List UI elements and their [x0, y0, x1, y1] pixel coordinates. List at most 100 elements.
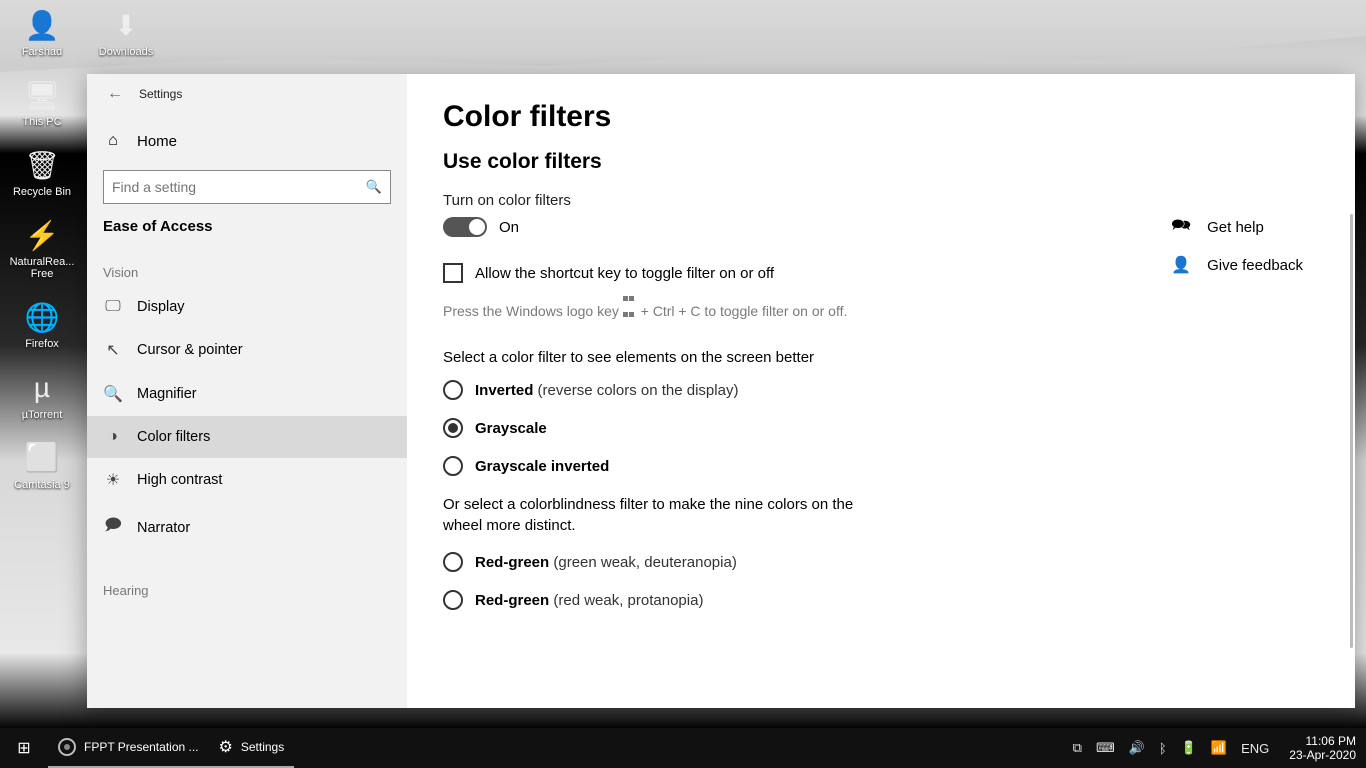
contrast-icon: ☀ [103, 470, 123, 490]
windows-key-icon [623, 289, 637, 303]
start-button[interactable]: ⊞ [0, 728, 48, 768]
magnifier-icon: 🔍 [103, 384, 123, 404]
desktop-icon-label: Farshad [22, 46, 62, 58]
titlebar: ← Settings [87, 74, 407, 114]
desktop-icon-thispc[interactable]: 🖥 This PC [6, 76, 78, 128]
desktop-icon-label: Camtasia 9 [14, 479, 70, 491]
desktop-icon-label: This PC [22, 116, 61, 128]
shortcut-checkbox[interactable] [443, 263, 463, 283]
desktop-icon-user[interactable]: 👤 Farshad [6, 6, 78, 58]
give-feedback-link[interactable]: 👤 Give feedback [1171, 255, 1303, 275]
cursor-icon: ↖ [103, 340, 123, 360]
select-filter-text: Select a color filter to see elements on… [443, 349, 1319, 366]
monitor-icon: 🖥 [23, 76, 61, 114]
download-icon: ⬇ [107, 6, 145, 44]
help-column: 🗪 Get help 👤 Give feedback [1171, 214, 1303, 275]
tray-wifi-icon[interactable]: 📶 [1211, 740, 1227, 756]
firefox-icon: 🌐 [23, 298, 61, 336]
settings-window: ― ▢ ✕ ← Settings ⌂ Home 🔍 Ease of Access… [87, 74, 1355, 708]
desktop-icon-label: Recycle Bin [13, 186, 71, 198]
nav-label: Magnifier [137, 386, 197, 402]
taskbar: ⊞ FPPT Presentation ... ⚙ Settings ⧉ ⌨ 🔊… [0, 728, 1366, 768]
help-icon: 🗪 [1171, 214, 1191, 241]
tray-bluetooth-icon[interactable]: ᛒ [1159, 741, 1167, 756]
search-input[interactable] [112, 179, 366, 195]
nav-color-filters[interactable]: ◑ Color filters [87, 416, 407, 458]
desktop-icon-naturalreader[interactable]: ⚡ NaturalRea... Free [6, 216, 78, 280]
tray-volume-icon[interactable]: 🔊 [1129, 740, 1145, 756]
group-vision: Vision [87, 235, 407, 286]
trash-icon: 🗑 [23, 146, 61, 184]
radio-grayscale-inverted[interactable]: Grayscale inverted [443, 456, 1319, 476]
shortcut-label: Allow the shortcut key to toggle filter … [475, 265, 774, 282]
system-tray: ⧉ ⌨ 🔊 ᛒ 🔋 📶 ENG 11:06 PM 23-Apr-2020 [1073, 734, 1366, 763]
desktop-icon-firefox[interactable]: 🌐 Firefox [6, 298, 78, 350]
taskbar-app-chrome[interactable]: FPPT Presentation ... [48, 728, 209, 768]
nav-display[interactable]: 🖵 Display [87, 286, 407, 328]
home-icon: ⌂ [103, 132, 123, 150]
taskbar-app-settings[interactable]: ⚙ Settings [209, 728, 295, 768]
nav-home-label: Home [137, 133, 177, 150]
tray-language[interactable]: ENG [1241, 741, 1269, 756]
scrollbar[interactable] [1350, 214, 1353, 648]
display-icon: 🖵 [103, 298, 123, 316]
desktop-icon-camtasia[interactable]: ⬜ Camtasia 9 [6, 439, 78, 491]
color-filters-toggle[interactable] [443, 217, 487, 237]
taskbar-clock[interactable]: 11:06 PM 23-Apr-2020 [1283, 734, 1356, 763]
nav-home[interactable]: ⌂ Home [87, 122, 407, 160]
radio-grayscale[interactable]: Grayscale [443, 418, 1319, 438]
narrator-icon: 🗩 [103, 514, 123, 541]
toggle-label: Turn on color filters [443, 192, 1319, 209]
taskbar-app-label: Settings [241, 740, 284, 754]
gear-icon: ⚙ [219, 737, 233, 757]
settings-content: Color filters Use color filters Turn on … [407, 74, 1355, 708]
radio-button[interactable] [443, 552, 463, 572]
desktop-icon-recyclebin[interactable]: 🗑 Recycle Bin [6, 146, 78, 198]
nav-label: High contrast [137, 472, 222, 488]
back-button[interactable]: ← [97, 76, 133, 112]
feedback-icon: 👤 [1171, 255, 1191, 275]
settings-sidebar: ← Settings ⌂ Home 🔍 Ease of Access Visio… [87, 74, 407, 708]
tray-screen-icon[interactable]: ⧉ [1073, 740, 1082, 756]
utorrent-icon: µ [23, 369, 61, 407]
radio-redgreen-deuter[interactable]: Red-green (green weak, deuteranopia) [443, 552, 1319, 572]
search-box[interactable]: 🔍 [103, 170, 391, 204]
palette-icon: ◑ [103, 428, 123, 446]
user-icon: 👤 [23, 6, 61, 44]
desktop-icon-label: Firefox [25, 338, 59, 350]
radio-button[interactable] [443, 418, 463, 438]
desktop-icon-downloads[interactable]: ⬇ Downloads [90, 6, 162, 58]
nav-label: Display [137, 299, 185, 315]
radio-button[interactable] [443, 380, 463, 400]
shortcut-hint: Press the Windows logo key + Ctrl + C to… [443, 289, 1319, 319]
clock-time: 11:06 PM [1289, 734, 1356, 748]
nav-high-contrast[interactable]: ☀ High contrast [87, 458, 407, 502]
get-help-link[interactable]: 🗪 Get help [1171, 214, 1303, 241]
bolt-icon: ⚡ [23, 216, 61, 254]
chrome-icon [58, 738, 76, 756]
tray-input-icon[interactable]: ⌨ [1096, 740, 1115, 756]
taskbar-app-label: FPPT Presentation ... [84, 740, 199, 754]
radio-button[interactable] [443, 590, 463, 610]
nav-label: Cursor & pointer [137, 342, 243, 358]
desktop-icon-utorrent[interactable]: µ µTorrent [6, 369, 78, 421]
nav-narrator[interactable]: 🗩 Narrator [87, 502, 407, 553]
windows-icon: ⊞ [17, 738, 30, 758]
radio-button[interactable] [443, 456, 463, 476]
tray-battery-icon[interactable]: 🔋 [1181, 740, 1197, 756]
use-heading: Use color filters [443, 150, 1319, 174]
search-icon: 🔍 [366, 179, 382, 195]
nav-magnifier[interactable]: 🔍 Magnifier [87, 372, 407, 416]
nav-label: Narrator [137, 520, 190, 536]
radio-redgreen-prot[interactable]: Red-green (red weak, protanopia) [443, 590, 1319, 610]
radio-inverted[interactable]: Inverted (reverse colors on the display) [443, 380, 1319, 400]
nav-label: Color filters [137, 429, 210, 445]
colorblind-text: Or select a colorblindness filter to mak… [443, 494, 863, 536]
nav-cursor[interactable]: ↖ Cursor & pointer [87, 328, 407, 372]
clock-date: 23-Apr-2020 [1289, 748, 1356, 762]
desktop-icon-label: NaturalRea... Free [6, 256, 78, 280]
section-title: Ease of Access [87, 204, 407, 235]
desktop-icon-label: µTorrent [22, 409, 63, 421]
toggle-state: On [499, 219, 519, 236]
app-title: Settings [139, 87, 182, 101]
